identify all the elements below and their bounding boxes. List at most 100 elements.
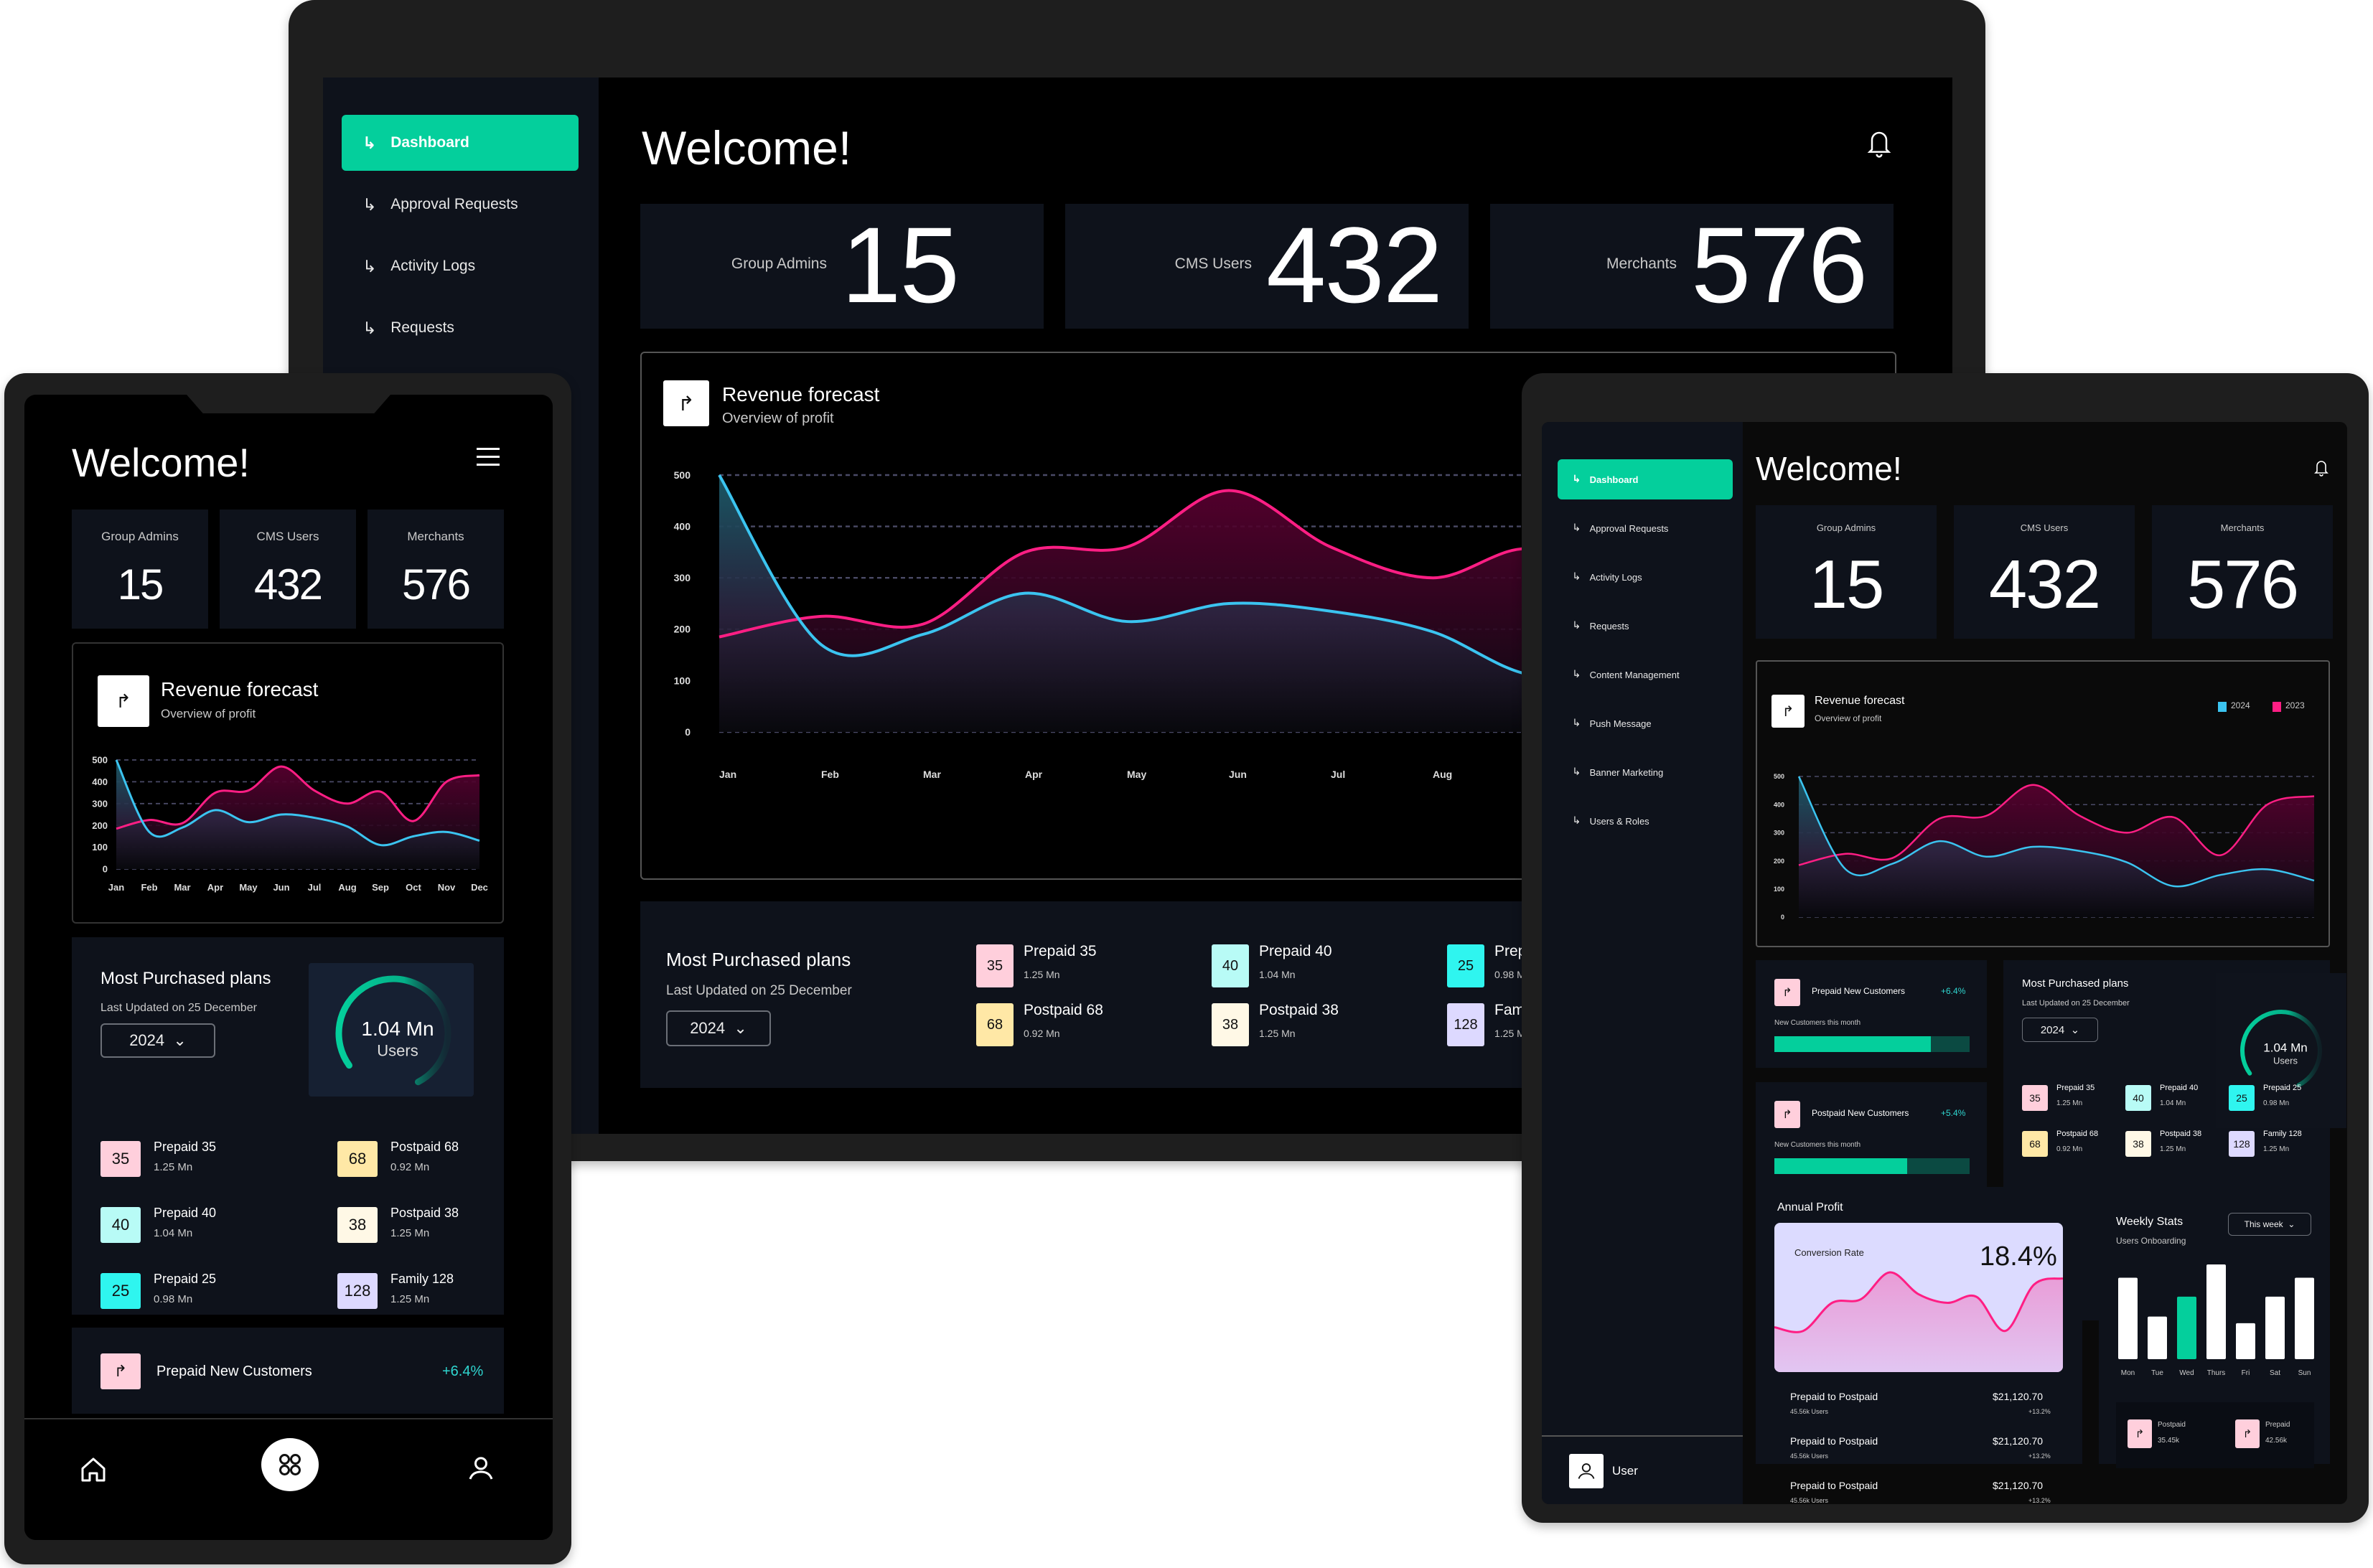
revenue-chart: 0 100 200 300 400 500 Jan Feb Mar Apr May Jun Jul Aug… <box>92 755 488 893</box>
plan-code: 35 <box>2029 1092 2041 1104</box>
stat-value: 15 <box>841 205 960 325</box>
gauge-label: Users <box>2273 1056 2298 1066</box>
y-tick-label: 200 <box>92 820 108 831</box>
plan-code: 25 <box>111 1282 130 1300</box>
annual-row-title: Prepaid to Postpaid <box>1790 1435 1878 1447</box>
stat-label: CMS Users <box>256 530 319 543</box>
user-label[interactable]: User <box>1612 1464 1638 1478</box>
notification-bell-icon[interactable] <box>1865 128 1894 159</box>
sidebar-item-requests[interactable]: ↳ Requests <box>1558 606 1733 646</box>
weekly-bar-chart: Mon Tue Wed Thurs Fri Sat Sun <box>2118 1264 2314 1377</box>
plan-users: 0.92 Mn <box>390 1161 430 1173</box>
sidebar-item-label: Approval Requests <box>1589 522 1669 534</box>
y-tick-label: 0 <box>103 864 108 875</box>
sidebar-item-users-roles[interactable]: ↳ Users & Roles <box>1558 801 1733 841</box>
home-icon[interactable] <box>79 1455 108 1484</box>
year-select[interactable]: 2024 ⌄ <box>666 1010 771 1046</box>
plan-tile[interactable]: 38 <box>337 1207 378 1243</box>
phone-notch <box>187 395 390 413</box>
plan-users: 1.25 Mn <box>154 1161 193 1173</box>
plan-tile[interactable]: 35 <box>2022 1085 2048 1111</box>
phone-screen: Welcome! Group Admins 15 CMS Users 432 Merch… <box>24 395 553 1540</box>
x-tick-label: Mon <box>2121 1369 2135 1377</box>
stat-label: Merchants <box>1606 255 1677 272</box>
plan-name: Prepaid 35 <box>1024 943 1097 959</box>
plan-users: 1.25 Mn <box>390 1227 430 1239</box>
annual-row-change: +13.2% <box>2028 1497 2051 1504</box>
plan-tile[interactable]: 40 <box>1212 944 1249 987</box>
arrow-turn-icon: ↳ <box>1572 571 1581 583</box>
notification-bell-icon[interactable] <box>2313 458 2330 478</box>
plan-tile[interactable]: 68 <box>337 1141 378 1177</box>
bar-Tue <box>2148 1316 2167 1359</box>
tablet-sidebar: ↳ Dashboard ↳ Approval Requests ↳ Activity Lo… <box>1542 422 1743 1504</box>
plan-tile[interactable]: 38 <box>2125 1131 2151 1157</box>
plan-tile[interactable]: 128 <box>2229 1131 2255 1157</box>
x-tick-label: Mar <box>174 882 190 893</box>
sidebar-item-requests[interactable]: ↳ Requests <box>342 300 579 356</box>
stat-card-cms-users: CMS Users 432 <box>1954 505 2135 639</box>
plan-tile[interactable]: 128 <box>337 1273 378 1309</box>
sidebar-item-activity-logs[interactable]: ↳ Activity Logs <box>342 238 579 294</box>
period-select[interactable]: This week ⌄ <box>2228 1213 2311 1236</box>
plan-tile[interactable]: 40 <box>2125 1085 2151 1111</box>
plan-code: 68 <box>986 1016 1003 1033</box>
sidebar-item-dashboard[interactable]: ↳ Dashboard <box>1558 459 1733 499</box>
y-tick-label: 300 <box>674 572 691 583</box>
apps-button[interactable] <box>261 1438 319 1491</box>
plan-tile[interactable]: 40 <box>100 1207 141 1243</box>
weekly-stats-card: Weekly Stats Users Onboarding This week … <box>2099 1187 2330 1468</box>
stat-label: CMS Users <box>2020 522 2069 533</box>
plan-code: 128 <box>2233 1138 2250 1150</box>
trend-icon: ↱ <box>1774 1101 1800 1128</box>
y-tick-label: 100 <box>1774 886 1784 893</box>
gauge-value: 1.04 Mn <box>361 1018 434 1040</box>
year-select[interactable]: 2024 ⌄ <box>100 1023 215 1058</box>
new-customers-sub: New Customers this month <box>1774 1141 1861 1149</box>
sidebar-item-label: Banner Marketing <box>1589 766 1664 778</box>
plan-tile[interactable]: 68 <box>2022 1131 2048 1157</box>
sidebar-item-banner-marketing[interactable]: ↳ Banner Marketing <box>1558 752 1733 792</box>
plan-tile[interactable]: 25 <box>1447 944 1484 987</box>
stat-card-group-admins: Group Admins 15 <box>72 510 208 629</box>
plan-tile[interactable]: 38 <box>1212 1003 1249 1046</box>
plan-tile[interactable]: 68 <box>976 1003 1014 1046</box>
plan-tile[interactable]: 25 <box>100 1273 141 1309</box>
trend-icon: ↱ <box>1774 979 1800 1006</box>
sidebar-item-content-management[interactable]: ↳ Content Management <box>1558 654 1733 695</box>
chevron-down-icon: ⌄ <box>2288 1219 2295 1229</box>
sidebar-item-label: Push Message <box>1589 718 1652 729</box>
plan-tile[interactable]: 128 <box>1447 1003 1484 1046</box>
page-title: Welcome! <box>72 440 250 485</box>
gauge-panel: 1.04 Mn Users <box>309 963 474 1097</box>
annual-row-users: 45.56k Users <box>1790 1497 1829 1504</box>
new-customers-progress <box>1774 1036 1970 1052</box>
sidebar-item-approval-requests[interactable]: ↳ Approval Requests <box>342 177 579 233</box>
summary-label: Postpaid <box>2158 1421 2186 1429</box>
y-tick-label: 500 <box>92 755 108 766</box>
page-title: Welcome! <box>1756 450 1902 487</box>
x-tick-label: May <box>239 882 258 893</box>
sidebar-item-activity-logs[interactable]: ↳ Activity Logs <box>1558 557 1733 597</box>
year-select[interactable]: 2024 ⌄ <box>2022 1018 2098 1042</box>
plan-tile[interactable]: 25 <box>2229 1085 2255 1111</box>
trend-icon: ↱ <box>2235 1419 2260 1448</box>
menu-icon[interactable] <box>477 448 500 466</box>
prepaid-new-customers-card: ↱ Prepaid New Customers +6.4% <box>72 1328 504 1414</box>
user-avatar-icon[interactable] <box>1569 1454 1604 1488</box>
bar-Fri <box>2236 1323 2255 1359</box>
plan-tile[interactable]: 35 <box>976 944 1014 987</box>
sidebar-item-push-message[interactable]: ↳ Push Message <box>1558 703 1733 743</box>
plan-name: Postpaid 38 <box>1259 1002 1339 1018</box>
annual-row-change: +13.2% <box>2028 1452 2051 1460</box>
profile-icon[interactable] <box>467 1454 495 1483</box>
stat-value: 576 <box>1691 205 1868 325</box>
plan-tile[interactable]: 35 <box>100 1141 141 1177</box>
y-tick-label: 0 <box>1781 914 1784 921</box>
progress-fill <box>1774 1036 1931 1052</box>
stat-card-cms-users: CMS Users 432 <box>220 510 356 629</box>
sidebar-item-dashboard[interactable]: ↳ Dashboard <box>342 115 579 171</box>
sidebar-item-approval-requests[interactable]: ↳ Approval Requests <box>1558 508 1733 548</box>
x-tick-label: Apr <box>207 882 223 893</box>
new-customers-title: Prepaid New Customers <box>1812 986 1906 996</box>
